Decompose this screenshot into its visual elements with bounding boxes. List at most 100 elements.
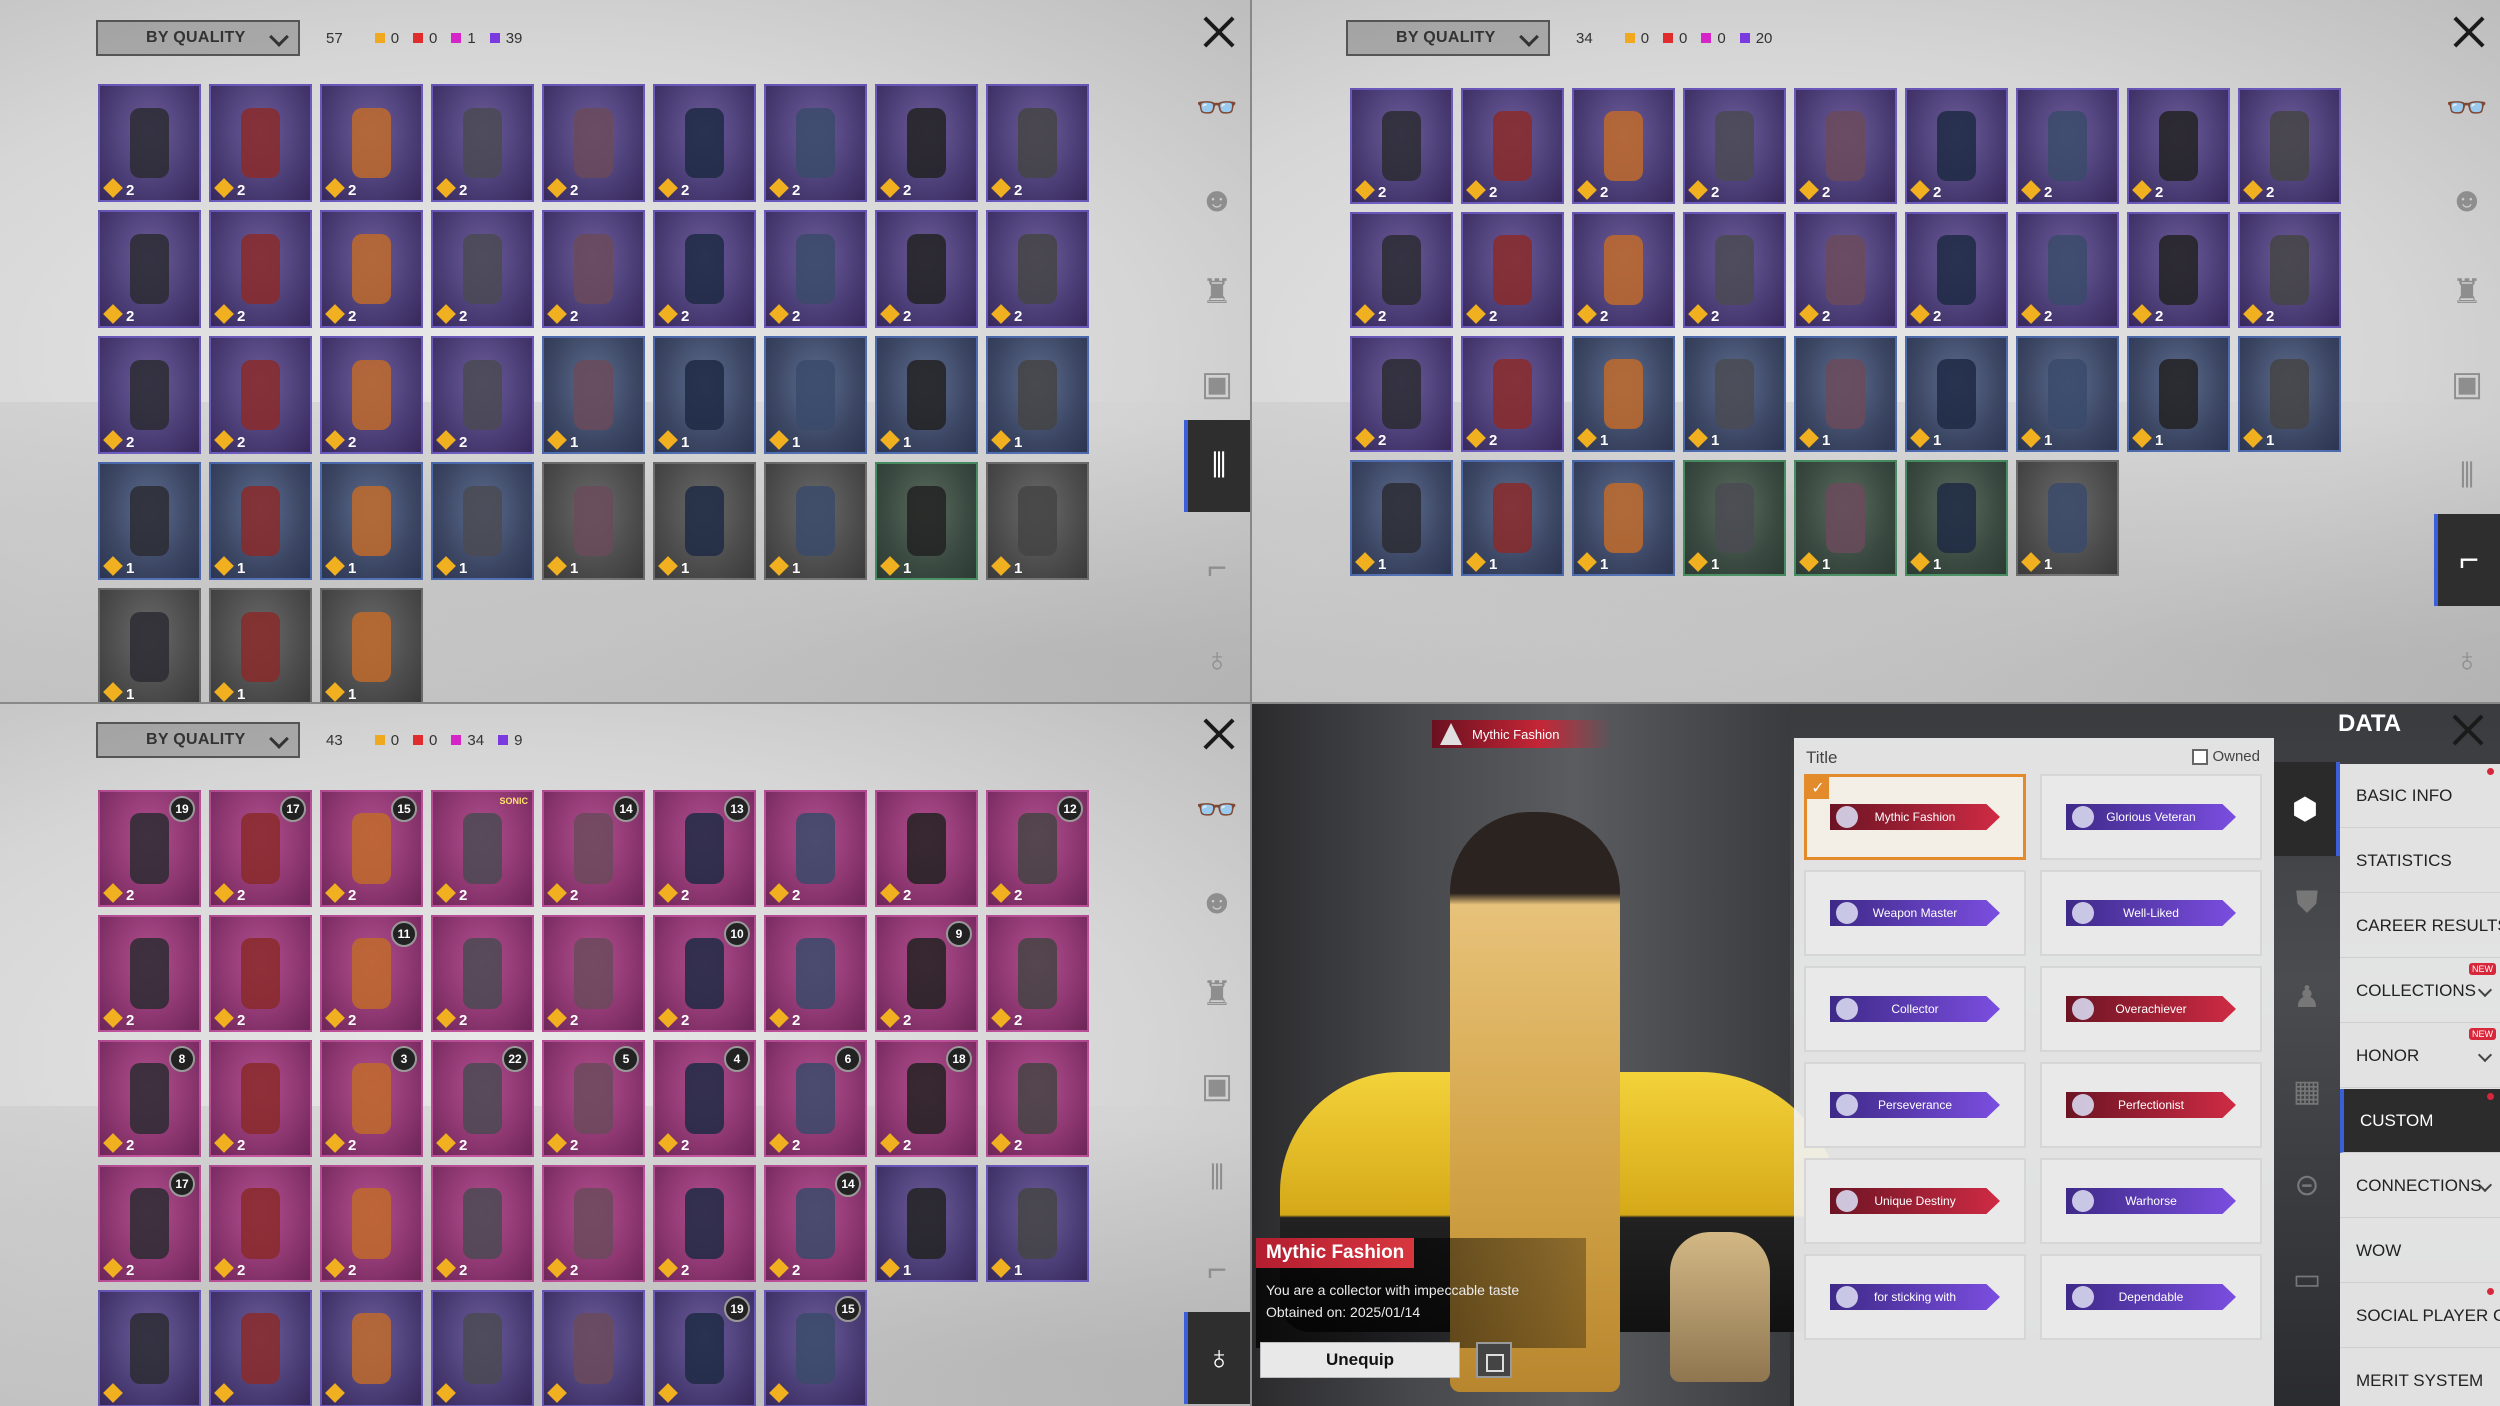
title-card[interactable]: Perseverance xyxy=(1804,1062,2026,1148)
menu-item[interactable]: STATISTICS xyxy=(2340,829,2500,893)
item-tile[interactable]: 2 xyxy=(542,1165,645,1282)
item-tile[interactable]: 2 xyxy=(320,336,423,454)
item-tile[interactable]: 1 xyxy=(542,336,645,454)
mask-icon[interactable]: ☻ xyxy=(1184,154,1250,246)
menu-item[interactable]: COLLECTIONS NEW xyxy=(2340,959,2500,1023)
menu-item[interactable]: WOW xyxy=(2340,1219,2500,1283)
item-tile[interactable]: 2 15 xyxy=(320,790,423,907)
title-card[interactable]: Unique Destiny xyxy=(1804,1158,2026,1244)
item-tile[interactable]: 2 xyxy=(764,915,867,1032)
item-tile[interactable]: 2 xyxy=(2127,212,2230,328)
item-tile[interactable]: 1 xyxy=(98,462,201,580)
jacket-icon[interactable]: ♜ xyxy=(2434,246,2500,338)
title-card[interactable]: Collector xyxy=(1804,966,2026,1052)
item-tile[interactable]: 2 18 xyxy=(875,1040,978,1157)
item-tile[interactable]: 1 xyxy=(98,588,201,702)
item-tile[interactable]: 2 xyxy=(764,84,867,202)
item-tile[interactable]: 2 xyxy=(1683,88,1786,204)
item-tile[interactable]: 1 xyxy=(2127,336,2230,452)
item-tile[interactable]: 1 xyxy=(653,336,756,454)
item-tile[interactable]: 2 19 xyxy=(98,790,201,907)
shield-icon[interactable]: ⛊ xyxy=(2274,856,2340,950)
item-tile[interactable]: 1 xyxy=(1572,460,1675,576)
goggles-icon[interactable]: 👓 xyxy=(1184,764,1250,856)
menu-item[interactable]: HONOR NEW xyxy=(2340,1024,2500,1088)
external-link-icon[interactable] xyxy=(1476,1342,1512,1378)
item-tile[interactable]: 2 xyxy=(1572,88,1675,204)
item-tile[interactable]: 2 xyxy=(1794,88,1897,204)
backpack-icon[interactable]: ▣ xyxy=(2434,338,2500,430)
item-tile[interactable]: 2 14 xyxy=(764,1165,867,1282)
title-card[interactable]: Glorious Veteran xyxy=(2040,774,2262,860)
shoes-icon[interactable]: ⌐ xyxy=(1184,522,1250,614)
frame-icon[interactable]: ▦ xyxy=(2274,1044,2340,1138)
item-tile[interactable]: 2 xyxy=(986,1040,1089,1157)
item-tile[interactable]: 2 xyxy=(1350,336,1453,452)
item-tile[interactable]: 2 11 xyxy=(320,915,423,1032)
item-tile[interactable]: 2 17 xyxy=(209,790,312,907)
item-tile[interactable]: 2 xyxy=(431,915,534,1032)
item-tile[interactable]: 24 xyxy=(653,1040,756,1157)
backpack-icon[interactable]: ▣ xyxy=(1184,1040,1250,1132)
title-card[interactable]: Weapon Master xyxy=(1804,870,2026,956)
item-tile[interactable]: 2 14 xyxy=(542,790,645,907)
item-tile[interactable]: 26 xyxy=(764,1040,867,1157)
title-card[interactable]: for sticking with xyxy=(1804,1254,2026,1340)
item-tile[interactable]: 2 xyxy=(986,210,1089,328)
item-tile[interactable]: 2 xyxy=(1905,88,2008,204)
item-tile[interactable]: 2 xyxy=(1461,88,1564,204)
item-tile[interactable]: 2 xyxy=(875,790,978,907)
item-tile[interactable] xyxy=(320,1290,423,1406)
backpack-icon[interactable]: ▣ xyxy=(1184,338,1250,430)
item-tile[interactable]: 1 xyxy=(431,462,534,580)
close-icon[interactable] xyxy=(2449,12,2489,52)
item-tile[interactable]: 28 xyxy=(98,1040,201,1157)
item-tile[interactable]: 1 xyxy=(542,462,645,580)
item-tile[interactable]: 2 xyxy=(542,84,645,202)
mask-icon[interactable]: ☻ xyxy=(1184,856,1250,948)
item-tile[interactable]: 2 xyxy=(98,210,201,328)
item-tile[interactable]: 2 xyxy=(431,336,534,454)
menu-item[interactable]: SOCIAL PLAYER CAR xyxy=(2340,1284,2500,1348)
person-icon[interactable]: ♟ xyxy=(2274,950,2340,1044)
item-tile[interactable]: 25 xyxy=(542,1040,645,1157)
item-tile[interactable]: 2 xyxy=(764,790,867,907)
close-icon[interactable] xyxy=(1199,714,1239,754)
item-tile[interactable]: 2 xyxy=(653,84,756,202)
item-tile[interactable]: 2 xyxy=(2016,88,2119,204)
item-tile[interactable]: 2 xyxy=(431,210,534,328)
item-tile[interactable]: 1 xyxy=(320,462,423,580)
item-tile[interactable]: 1 xyxy=(209,588,312,702)
item-tile[interactable]: 2 xyxy=(431,1165,534,1282)
item-tile[interactable]: 1 xyxy=(209,462,312,580)
close-icon[interactable] xyxy=(2448,710,2488,750)
item-tile[interactable]: 1 xyxy=(764,336,867,454)
item-tile[interactable]: 1 xyxy=(1905,460,2008,576)
item-tile[interactable]: 1 xyxy=(1461,460,1564,576)
item-tile[interactable]: 1 xyxy=(986,336,1089,454)
item-tile[interactable]: 1 xyxy=(320,588,423,702)
item-tile[interactable]: 2 xyxy=(209,210,312,328)
title-card[interactable]: Warhorse xyxy=(2040,1158,2262,1244)
pants-icon[interactable]: ⫴ xyxy=(1184,420,1250,512)
item-tile[interactable]: 2 xyxy=(1794,212,1897,328)
card-icon[interactable]: ▭ xyxy=(2274,1232,2340,1326)
goggles-icon[interactable]: 👓 xyxy=(2434,62,2500,154)
item-tile[interactable]: 2 xyxy=(2238,88,2341,204)
item-tile[interactable]: 2 xyxy=(875,84,978,202)
mask-icon[interactable]: ☻ xyxy=(2434,154,2500,246)
item-tile[interactable]: 2 xyxy=(1461,336,1564,452)
item-tile[interactable]: 2 xyxy=(1461,212,1564,328)
item-tile[interactable]: 1 xyxy=(1572,336,1675,452)
item-tile[interactable]: 2 xyxy=(986,915,1089,1032)
item-tile[interactable]: 2 xyxy=(209,1040,312,1157)
item-tile[interactable]: 2 xyxy=(653,1165,756,1282)
sort-dropdown[interactable]: BY QUALITY xyxy=(96,20,300,56)
item-tile[interactable]: 2 13 xyxy=(653,790,756,907)
item-tile[interactable] xyxy=(209,1290,312,1406)
item-tile[interactable]: 2 xyxy=(431,84,534,202)
shoes-icon[interactable]: ⌐ xyxy=(1184,1224,1250,1316)
title-badge-icon[interactable]: ⬢ xyxy=(2274,762,2340,856)
item-tile[interactable]: 2 17 xyxy=(98,1165,201,1282)
item-tile[interactable]: 2 xyxy=(1350,212,1453,328)
